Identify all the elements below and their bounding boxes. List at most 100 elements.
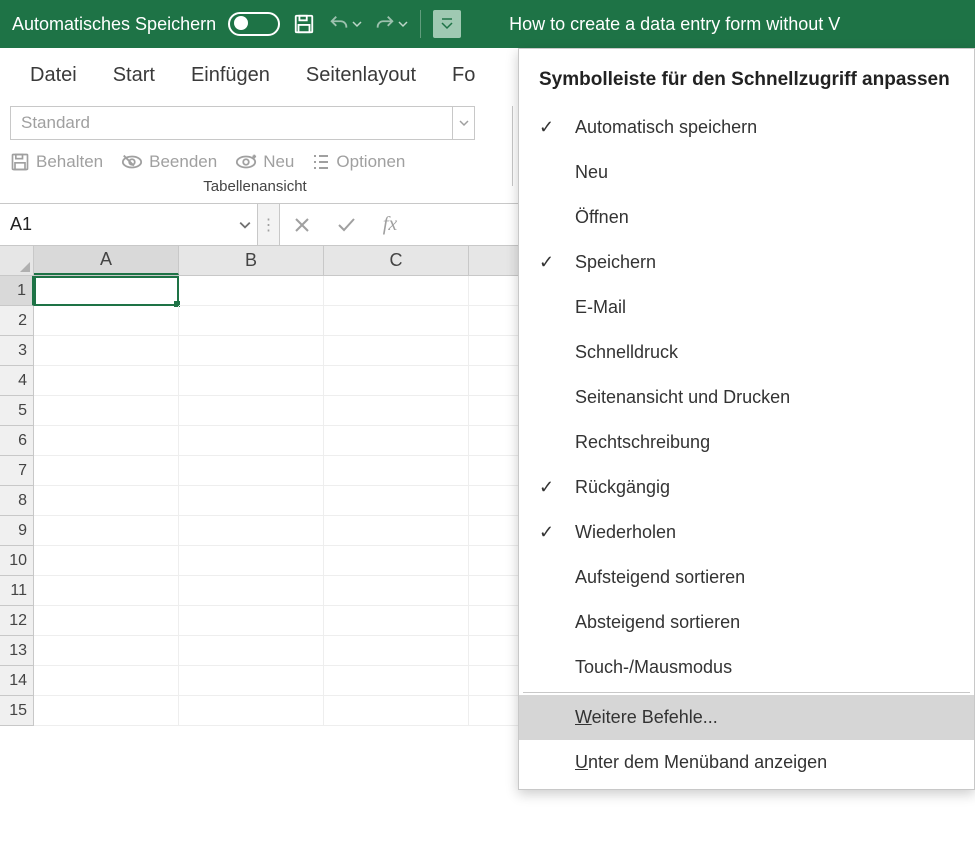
cell[interactable]: [179, 366, 324, 396]
qat-menu-item[interactable]: Touch-/Mausmodus: [519, 645, 974, 690]
row-header[interactable]: 15: [0, 696, 34, 726]
qat-item-label: Seitenansicht und Drucken: [575, 387, 790, 408]
autosave-toggle[interactable]: [228, 12, 280, 36]
qat-menu-item[interactable]: Aufsteigend sortieren: [519, 555, 974, 600]
row-header[interactable]: 8: [0, 486, 34, 516]
qat-menu-item[interactable]: ✓Speichern: [519, 240, 974, 285]
cell[interactable]: [34, 666, 179, 696]
keep-button[interactable]: Behalten: [10, 152, 103, 172]
qat-menu-item[interactable]: ✓Wiederholen: [519, 510, 974, 555]
row-header[interactable]: 3: [0, 336, 34, 366]
cell[interactable]: [179, 306, 324, 336]
save-icon[interactable]: [292, 12, 316, 36]
tab-formulas[interactable]: Fo: [438, 60, 489, 91]
cell[interactable]: [179, 516, 324, 546]
cell[interactable]: [324, 396, 469, 426]
cell[interactable]: [34, 426, 179, 456]
name-box[interactable]: A1: [0, 204, 258, 245]
row-header[interactable]: 7: [0, 456, 34, 486]
qat-menu-item[interactable]: Seitenansicht und Drucken: [519, 375, 974, 420]
cell[interactable]: [34, 306, 179, 336]
qat-more-commands[interactable]: Weitere Befehle...: [519, 695, 974, 740]
row-header[interactable]: 11: [0, 576, 34, 606]
row-header[interactable]: 14: [0, 666, 34, 696]
sheet-view-select[interactable]: Standard: [10, 106, 475, 140]
cell[interactable]: [34, 396, 179, 426]
cell[interactable]: [324, 276, 469, 306]
cell[interactable]: [324, 516, 469, 546]
qat-menu-item[interactable]: Neu: [519, 150, 974, 195]
qat-menu-item[interactable]: Rechtschreibung: [519, 420, 974, 465]
qat-menu-item[interactable]: ✓Rückgängig: [519, 465, 974, 510]
cell[interactable]: [179, 486, 324, 516]
undo-button[interactable]: [328, 13, 362, 35]
cell[interactable]: [34, 636, 179, 666]
tab-file[interactable]: Datei: [16, 60, 91, 91]
cancel-button[interactable]: [280, 216, 324, 234]
cell[interactable]: [34, 576, 179, 606]
cell[interactable]: [179, 276, 324, 306]
row-header[interactable]: 13: [0, 636, 34, 666]
cell[interactable]: [34, 516, 179, 546]
column-header-a[interactable]: A: [34, 246, 179, 275]
cell[interactable]: [34, 546, 179, 576]
row-header[interactable]: 12: [0, 606, 34, 636]
cell[interactable]: [34, 606, 179, 636]
cell[interactable]: [34, 456, 179, 486]
exit-button[interactable]: Beenden: [121, 152, 217, 172]
fx-button[interactable]: fx: [368, 213, 412, 236]
row-header[interactable]: 4: [0, 366, 34, 396]
row-header[interactable]: 1: [0, 276, 34, 306]
cell[interactable]: [34, 336, 179, 366]
qat-customize-button[interactable]: [433, 10, 461, 38]
qat-menu-item[interactable]: Öffnen: [519, 195, 974, 240]
column-header-b[interactable]: B: [179, 246, 324, 275]
row-header[interactable]: 5: [0, 396, 34, 426]
qat-menu-item[interactable]: Schnelldruck: [519, 330, 974, 375]
cell[interactable]: [324, 576, 469, 606]
cell[interactable]: [324, 606, 469, 636]
qat-menu-item[interactable]: Absteigend sortieren: [519, 600, 974, 645]
row-header[interactable]: 10: [0, 546, 34, 576]
select-all-corner[interactable]: [0, 246, 34, 275]
cell[interactable]: [179, 396, 324, 426]
cell[interactable]: [324, 456, 469, 486]
cell[interactable]: [324, 696, 469, 726]
cell[interactable]: [34, 366, 179, 396]
cell[interactable]: [324, 306, 469, 336]
cell[interactable]: [179, 636, 324, 666]
cell[interactable]: [179, 606, 324, 636]
cell[interactable]: [179, 426, 324, 456]
tab-home[interactable]: Start: [99, 60, 169, 91]
cell[interactable]: [179, 666, 324, 696]
cell[interactable]: [324, 486, 469, 516]
confirm-button[interactable]: [324, 216, 368, 234]
cell[interactable]: [324, 366, 469, 396]
new-view-button[interactable]: Neu: [235, 152, 294, 172]
tab-layout[interactable]: Seitenlayout: [292, 60, 430, 91]
row-header[interactable]: 9: [0, 516, 34, 546]
options-button[interactable]: Optionen: [312, 152, 405, 172]
cell[interactable]: [324, 666, 469, 696]
cell[interactable]: [34, 486, 179, 516]
cell[interactable]: [179, 696, 324, 726]
qat-menu-item[interactable]: E-Mail: [519, 285, 974, 330]
cell[interactable]: [34, 696, 179, 726]
redo-button[interactable]: [374, 13, 408, 35]
row-header[interactable]: 2: [0, 306, 34, 336]
row-header[interactable]: 6: [0, 426, 34, 456]
cell[interactable]: [179, 546, 324, 576]
cell[interactable]: [179, 576, 324, 606]
cell[interactable]: [324, 636, 469, 666]
cell[interactable]: [34, 276, 179, 306]
cell[interactable]: [324, 546, 469, 576]
qat-show-below-ribbon[interactable]: Unter dem Menüband anzeigen: [519, 740, 974, 785]
tab-insert[interactable]: Einfügen: [177, 60, 284, 91]
cell[interactable]: [324, 426, 469, 456]
autosave-label: Automatisches Speichern: [12, 14, 216, 35]
column-header-c[interactable]: C: [324, 246, 469, 275]
cell[interactable]: [324, 336, 469, 366]
cell[interactable]: [179, 456, 324, 486]
qat-menu-item[interactable]: ✓Automatisch speichern: [519, 105, 974, 150]
cell[interactable]: [179, 336, 324, 366]
